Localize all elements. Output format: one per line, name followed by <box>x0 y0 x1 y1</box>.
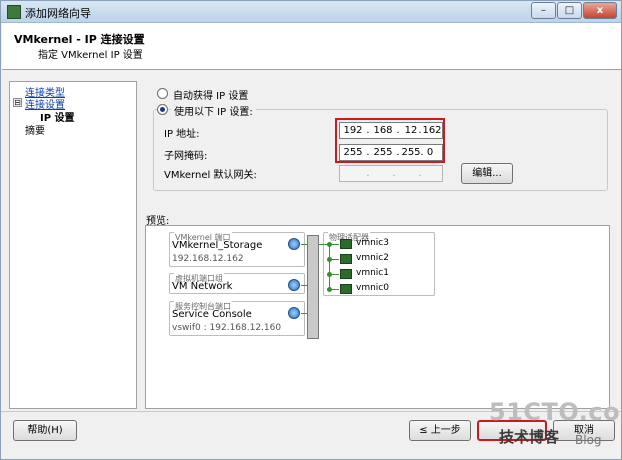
wizard-app-icon <box>7 5 21 19</box>
gateway-separator: . <box>392 168 396 179</box>
portgroup-name: VM Network <box>172 281 233 292</box>
add-network-wizard-window: 添加网络向导 – □ x VMkernel - IP 连接设置 指定 VMker… <box>0 0 622 460</box>
connector-line <box>301 285 307 286</box>
maximize-button[interactable]: □ <box>557 2 582 19</box>
nic-label-vmnic2: vmnic2 <box>356 253 389 263</box>
close-button[interactable]: x <box>583 2 617 19</box>
portgroup-name: VMkernel_Storage <box>172 240 263 251</box>
nic-line <box>329 259 339 260</box>
nic-line <box>329 244 339 245</box>
nav-item-summary: 摘要 <box>25 126 45 137</box>
collapse-toggle-icon[interactable]: ⊟ <box>13 98 22 107</box>
page-subtitle: 指定 VMkernel IP 设置 <box>38 50 143 61</box>
manual-ip-label: 使用以下 IP 设置: <box>171 103 256 118</box>
portgroup-vmkernel: VMkernel 端口 VMkernel_Storage 192.168.12.… <box>169 232 305 267</box>
connector-line <box>301 313 307 314</box>
nic-line <box>329 274 339 275</box>
minimize-button[interactable]: – <box>531 2 556 19</box>
vm-network-icon <box>288 279 300 291</box>
nic-icon <box>340 239 352 249</box>
page-title: VMkernel - IP 连接设置 <box>14 33 145 46</box>
nic-icon <box>340 254 352 264</box>
wizard-header: VMkernel - IP 连接设置 指定 VMkernel IP 设置 <box>2 23 621 70</box>
manual-ip-radio[interactable] <box>157 104 168 115</box>
help-button[interactable]: 帮助(H) <box>13 420 77 441</box>
nic-line <box>329 289 339 290</box>
nic-label-vmnic3: vmnic3 <box>356 238 389 248</box>
watermark-suffix: Blog <box>575 433 602 447</box>
nic-icon <box>340 284 352 294</box>
title-bar[interactable]: 添加网络向导 – □ x <box>1 1 621 23</box>
wizard-steps-panel: 连接类型 ⊟ 连接设置 IP 设置 摘要 <box>9 81 137 409</box>
edit-gateway-button[interactable]: 编辑... <box>461 163 513 184</box>
nav-item-ip-settings[interactable]: IP 设置 <box>40 109 75 124</box>
highlight-annotation-box <box>335 118 445 163</box>
window-title: 添加网络向导 <box>25 7 91 20</box>
gateway-separator: . <box>418 168 422 179</box>
gateway-separator: . <box>366 168 370 179</box>
portgroup-ip: 192.168.12.162 <box>172 254 244 264</box>
watermark-site: 51CTO.com <box>489 398 622 426</box>
ip-address-label: IP 地址: <box>164 129 200 140</box>
service-console-port-icon <box>288 307 300 319</box>
nic-label-vmnic0: vmnic0 <box>356 283 389 293</box>
connector-line <box>301 244 307 245</box>
back-button[interactable]: ≤ 上一步 <box>409 420 471 441</box>
portgroup-name: Service Console <box>172 309 252 320</box>
auto-ip-label: 自动获得 IP 设置 <box>173 91 249 102</box>
watermark-tagline: 技术博客 <box>499 428 560 446</box>
nic-label-vmnic1: vmnic1 <box>356 268 389 278</box>
nic-icon <box>340 269 352 279</box>
vswitch-bus <box>307 235 319 339</box>
vmkernel-port-icon <box>288 238 300 250</box>
portgroup-vm-network: 虚拟机端口组 VM Network <box>169 273 305 294</box>
default-gateway-label: VMkernel 默认网关: <box>164 170 257 181</box>
portgroup-ip: vswif0 : 192.168.12.160 <box>172 323 282 333</box>
portgroup-service-console: 服务控制台端口 Service Console vswif0 : 192.168… <box>169 301 305 336</box>
default-gateway-field[interactable]: . . . <box>339 165 443 182</box>
uplink-trunk-line <box>329 244 330 290</box>
auto-ip-radio[interactable] <box>157 88 168 99</box>
subnet-mask-label: 子网掩码: <box>164 151 208 162</box>
